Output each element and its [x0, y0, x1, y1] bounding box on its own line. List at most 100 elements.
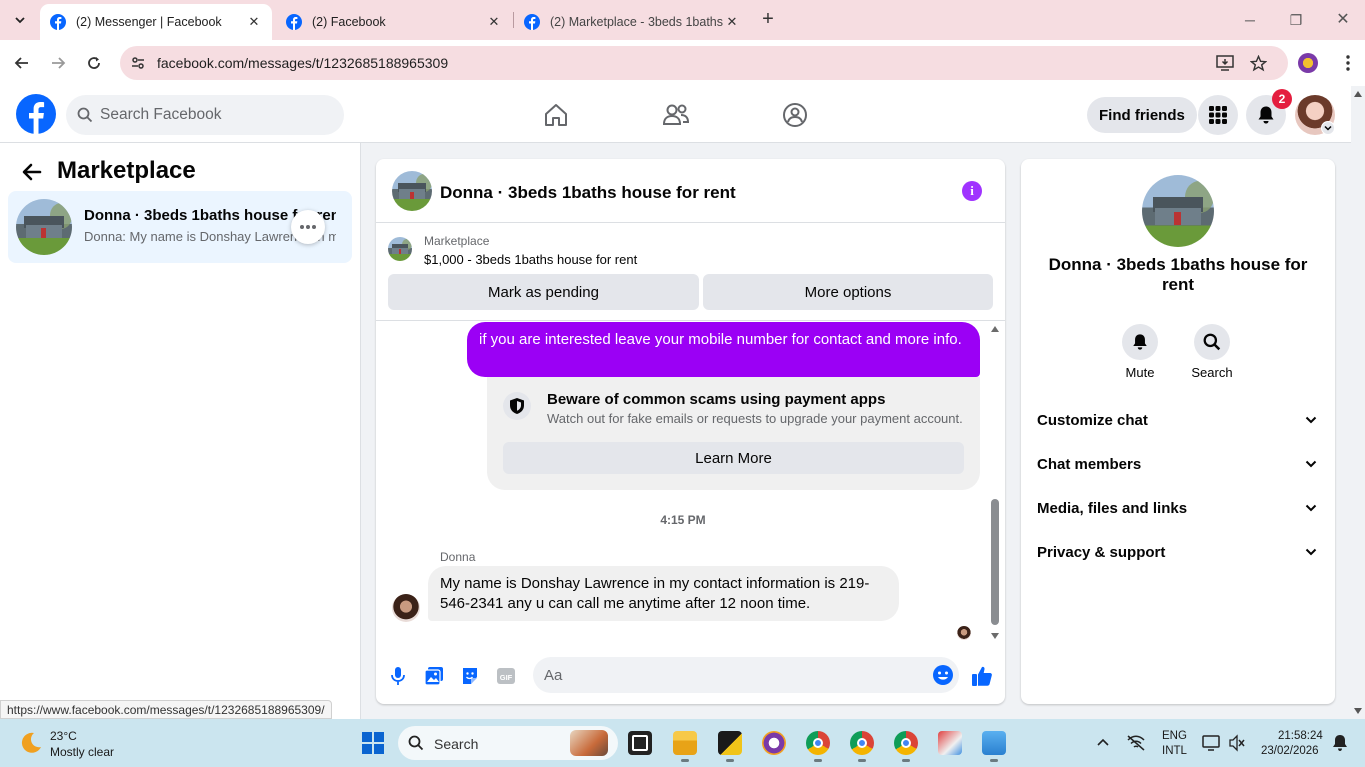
new-tab-button[interactable]: +: [758, 9, 778, 30]
chat-window: Donna · 3beds 1baths house for rent i Ma…: [376, 159, 1005, 704]
back-button[interactable]: [10, 51, 34, 75]
close-icon[interactable]: ✕: [486, 14, 502, 30]
page-scrollbar[interactable]: [1351, 86, 1365, 719]
read-receipt-avatar: [957, 626, 971, 640]
taskbar-search[interactable]: Search: [398, 726, 618, 760]
facebook-search-bar[interactable]: [66, 95, 344, 135]
snipping-tool-icon[interactable]: [938, 731, 962, 755]
scroll-down-arrow[interactable]: [988, 631, 1002, 641]
send-like-button[interactable]: [970, 664, 994, 688]
chevron-up-icon[interactable]: [1097, 738, 1109, 746]
close-icon[interactable]: ✕: [246, 14, 262, 30]
notification-center-icon[interactable]: [1332, 734, 1348, 752]
info-icon[interactable]: i: [962, 181, 982, 201]
account-chevron-button[interactable]: [1321, 121, 1335, 135]
chrome-profile-icon[interactable]: [850, 731, 874, 762]
message-timestamp: 4:15 PM: [660, 513, 706, 527]
chat-avatar[interactable]: [392, 171, 432, 211]
browser-menu-icon[interactable]: [1340, 53, 1356, 73]
message-input[interactable]: [533, 657, 959, 693]
conversation-avatar[interactable]: [1142, 175, 1214, 247]
weather-temperature[interactable]: 23°C: [50, 729, 77, 743]
back-arrow-button[interactable]: [20, 160, 44, 184]
display-icon[interactable]: [1202, 734, 1220, 752]
tab-marketplace[interactable]: (2) Marketplace - 3beds 1baths ✕: [514, 4, 750, 40]
privacy-support-section[interactable]: Privacy & support: [1037, 544, 1319, 568]
home-icon: [545, 104, 567, 126]
facebook-logo-icon[interactable]: [16, 94, 56, 134]
conversation-info-pane: Donna · 3beds 1baths house for rent Mute…: [1021, 159, 1335, 704]
customize-chat-section[interactable]: Customize chat: [1037, 412, 1319, 436]
nav-groups[interactable]: [780, 100, 810, 130]
find-friends-button[interactable]: Find friends: [1087, 97, 1197, 133]
nav-home[interactable]: [541, 100, 571, 130]
window-close-button[interactable]: ✕: [1333, 10, 1353, 30]
windows-start-icon[interactable]: [362, 732, 384, 754]
file-manager-icon[interactable]: [982, 731, 1006, 762]
mute-button[interactable]: [1122, 324, 1158, 360]
tab-facebook[interactable]: (2) Facebook ✕: [276, 4, 512, 40]
volume-muted-icon[interactable]: [1228, 734, 1246, 752]
mark-as-pending-button[interactable]: Mark as pending: [388, 274, 699, 310]
tab-search-dropdown[interactable]: [8, 8, 32, 32]
search-label: Search: [1191, 365, 1233, 380]
clock-time[interactable]: 21:58:24: [1278, 730, 1323, 742]
weather-description[interactable]: Mostly clear: [50, 745, 114, 759]
attach-photo-button[interactable]: [422, 664, 446, 688]
message-composer: GIF: [376, 649, 1005, 704]
chat-title[interactable]: Donna · 3beds 1baths house for rent: [440, 183, 736, 203]
app-icon[interactable]: [762, 731, 786, 755]
menu-button[interactable]: [1198, 95, 1238, 135]
section-label: Customize chat: [1037, 412, 1148, 429]
chrome-icon[interactable]: [806, 731, 830, 762]
section-label: Media, files and links: [1037, 500, 1188, 517]
reload-button[interactable]: [82, 51, 106, 75]
chevron-down-icon: [1305, 548, 1317, 556]
emoji-icon[interactable]: [932, 664, 954, 686]
chat-members-section[interactable]: Chat members: [1037, 456, 1319, 480]
browser-tab-bar: (2) Messenger | Facebook ✕ (2) Facebook …: [0, 0, 1365, 40]
listing-thumbnail[interactable]: [388, 237, 412, 261]
task-view-icon[interactable]: [628, 731, 652, 755]
sticky-notes-icon[interactable]: [718, 731, 742, 762]
language-indicator[interactable]: ENG: [1162, 730, 1187, 742]
file-explorer-icon[interactable]: [673, 731, 697, 762]
scroll-up-arrow[interactable]: [988, 324, 1002, 334]
conversation-list-item[interactable]: Donna · 3beds 1baths house for rent Donn…: [8, 191, 352, 263]
address-bar[interactable]: facebook.com/messages/t/1232685188965309: [120, 46, 1288, 80]
chrome-profile-icon[interactable]: [894, 731, 918, 762]
search-input[interactable]: [100, 95, 330, 135]
forward-button[interactable]: [46, 51, 70, 75]
listing-price-title[interactable]: $1,000 - 3beds 1baths house for rent: [424, 252, 637, 267]
gif-button[interactable]: GIF: [494, 664, 518, 688]
keyboard-layout-indicator[interactable]: INTL: [1162, 745, 1187, 757]
taskbar-search-label: Search: [434, 736, 479, 752]
incoming-message-bubble[interactable]: My name is Donshay Lawrence in my contac…: [428, 566, 899, 621]
outgoing-message-bubble[interactable]: if you are interested leave your mobile …: [467, 322, 980, 377]
bookmark-star-icon[interactable]: [1249, 54, 1267, 72]
tab-title: (2) Facebook: [312, 15, 386, 29]
browser-profile-avatar[interactable]: [1298, 53, 1318, 73]
divider: [376, 320, 1005, 321]
search-in-conversation-button[interactable]: [1194, 324, 1230, 360]
tab-messenger[interactable]: (2) Messenger | Facebook ✕: [40, 4, 272, 40]
close-icon[interactable]: ✕: [724, 14, 740, 30]
more-options-button[interactable]: More options: [703, 274, 993, 310]
media-files-links-section[interactable]: Media, files and links: [1037, 500, 1319, 524]
moon-weather-icon[interactable]: [18, 730, 44, 756]
learn-more-button[interactable]: Learn More: [503, 442, 964, 474]
restore-button[interactable]: ❐: [1286, 10, 1306, 30]
sticker-button[interactable]: [458, 664, 482, 688]
sender-avatar[interactable]: [392, 594, 420, 622]
nav-friends[interactable]: [661, 100, 691, 130]
tab-title: (2) Messenger | Facebook: [76, 15, 222, 29]
voice-clip-button[interactable]: [386, 664, 410, 688]
tab-title: (2) Marketplace - 3beds 1baths: [550, 15, 724, 29]
site-settings-icon[interactable]: [129, 54, 147, 72]
network-offline-icon[interactable]: [1126, 734, 1146, 752]
conversation-options-button[interactable]: [291, 210, 325, 244]
install-app-icon[interactable]: [1216, 54, 1234, 72]
minimize-button[interactable]: ─: [1240, 10, 1260, 30]
chat-scrollbar-thumb[interactable]: [991, 499, 999, 625]
clock-date[interactable]: 23/02/2026: [1261, 745, 1319, 757]
